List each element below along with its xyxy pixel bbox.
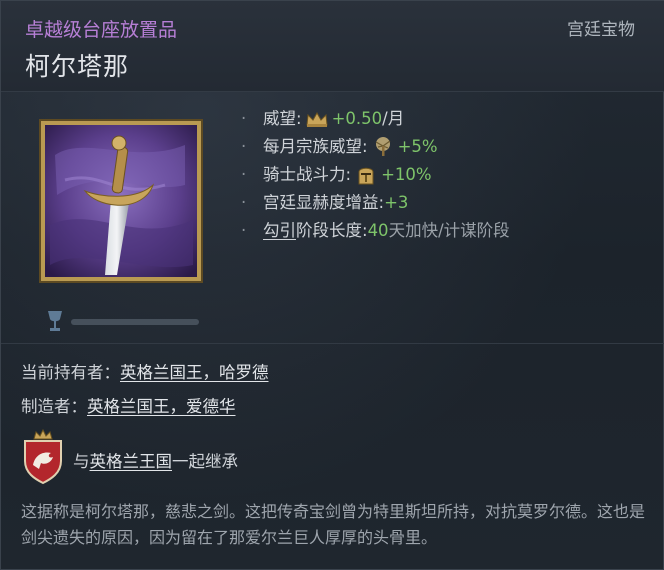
- modifier-label: 阶段长度:: [296, 221, 368, 240]
- artifact-image: [41, 121, 201, 281]
- modifier-label: 威望:: [263, 109, 302, 128]
- creator-name-link[interactable]: 英格兰国王，爱德华: [87, 397, 236, 416]
- modifier-value: 40: [367, 221, 389, 240]
- modifier-court-grandeur: · 宫廷显赫度增益: +3: [241, 189, 510, 217]
- creator-label: 制造者：: [21, 397, 87, 416]
- modifier-list: · 威望: +0.50 /月 · 每月宗族威望: +5% · 骑士战斗力: +1…: [241, 105, 510, 245]
- tree-icon: [370, 136, 396, 158]
- inheritance-row: 与英格兰王国一起继承: [73, 448, 238, 472]
- inheritance-prefix: 与: [73, 452, 90, 471]
- owner-name-link[interactable]: 英格兰国王，哈罗德: [120, 363, 269, 382]
- bullet: ·: [241, 221, 247, 240]
- current-owner-row: 当前持有者：英格兰国王，哈罗德: [21, 359, 269, 383]
- modifier-suffix: 天加快/计谋阶段: [388, 221, 510, 240]
- artifact-durability-bar: [71, 319, 199, 325]
- modifier-label: 骑士战斗力:: [263, 165, 352, 184]
- owner-label: 当前持有者：: [21, 363, 120, 382]
- creator-row: 制造者：英格兰国王，爱德华: [21, 393, 236, 417]
- modifier-prestige: · 威望: +0.50 /月: [241, 105, 510, 133]
- artifact-description: 这据称是柯尔塔那，慈悲之剑。这把传奇宝剑曾为特里斯坦所持，对抗莫罗尔德。这也是剑…: [21, 502, 646, 547]
- crown-icon: [304, 108, 330, 130]
- modifier-value: +0.50: [331, 109, 383, 128]
- artifact-name: 柯尔塔那: [25, 52, 130, 81]
- modifier-seduce-phase: · 勾引 阶段长度: 40 天加快/计谋阶段: [241, 217, 510, 245]
- modifier-suffix: /月: [382, 109, 405, 128]
- durability-fill: [71, 319, 199, 325]
- modifier-value: +10%: [381, 165, 432, 184]
- coat-of-arms-icon[interactable]: [21, 429, 65, 485]
- inheritance-suffix: 一起继承: [172, 452, 238, 471]
- artifact-rarity: 卓越级台座放置品: [25, 19, 178, 41]
- bullet: ·: [241, 109, 247, 128]
- kingdom-link[interactable]: 英格兰王国: [90, 452, 173, 471]
- bullet: ·: [241, 165, 247, 184]
- bullet: ·: [241, 137, 247, 156]
- bullet: ·: [241, 193, 247, 212]
- modifier-label: 每月宗族威望:: [263, 137, 368, 156]
- artifact-tooltip: 卓越级台座放置品 宫廷宝物 柯尔塔那 · 威望: +0.50 /月 · 每月宗族…: [0, 0, 664, 570]
- section-divider: [1, 343, 664, 344]
- artifact-category: 宫廷宝物: [567, 20, 635, 40]
- seduce-scheme-link[interactable]: 勾引: [263, 217, 296, 245]
- modifier-label: 宫廷显赫度增益:: [263, 193, 385, 212]
- modifier-knight-prowess: · 骑士战斗力: +10%: [241, 161, 510, 189]
- goblet-icon: [48, 311, 62, 331]
- modifier-value: +5%: [397, 137, 438, 156]
- modifier-value: +3: [384, 193, 409, 212]
- sword-artwork: [45, 125, 197, 277]
- modifier-dynasty-prestige: · 每月宗族威望: +5%: [241, 133, 510, 161]
- knight-helmet-icon: [353, 164, 379, 186]
